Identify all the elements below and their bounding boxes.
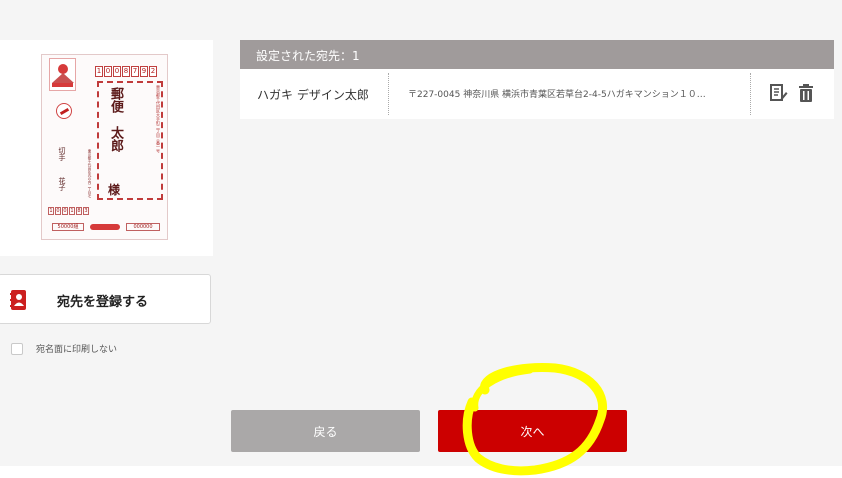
stamp-image — [49, 58, 76, 91]
sender-zip-digit: 1 — [69, 207, 75, 215]
sender-name-second: 花子 — [58, 177, 66, 191]
sender-address: 東京都千代田区丸の内二丁目七番二号 — [88, 149, 92, 198]
zip-digit: 8 — [122, 66, 130, 77]
recipient-address-box — [97, 81, 163, 200]
column-divider — [388, 73, 389, 115]
postcard-preview: 1 0 0 8 7 9 2 東京都千代田区大手町二丁目三番一号 郵便 太郎 様 … — [41, 54, 168, 240]
recipient-name: 郵便 太郎 — [108, 87, 123, 152]
no-print-label: 宛名面に印刷しない — [36, 345, 118, 355]
recipient-zip-boxes: 1 0 0 8 7 9 2 — [95, 66, 157, 77]
sender-zip-digit: 0 — [55, 207, 61, 215]
sender-zip-digit: 0 — [62, 207, 68, 215]
postcard-preview-panel: 1 0 0 8 7 9 2 東京都千代田区大手町二丁目三番一号 郵便 太郎 様 … — [0, 40, 213, 256]
zip-digit: 0 — [113, 66, 121, 77]
lottery-number: 000000 — [126, 223, 160, 231]
recipient-table-header: 設定された宛先：1 — [240, 40, 834, 69]
zip-digit: 9 — [140, 66, 148, 77]
sender-zip-digit: 3 — [83, 207, 89, 215]
next-button[interactable]: 次へ — [438, 410, 627, 452]
sender-name-first: 切手 — [58, 147, 66, 161]
zip-digit: 2 — [149, 66, 157, 77]
recipient-row-name: ハガキ デザイン太郎 — [257, 88, 369, 102]
column-divider — [750, 73, 751, 115]
register-recipient-button[interactable]: 宛先を登録する — [0, 274, 211, 324]
recipient-honorific: 様 — [108, 183, 121, 197]
sender-zip-digit: 1 — [48, 207, 54, 215]
trash-icon[interactable] — [798, 84, 814, 102]
zip-digit: 0 — [104, 66, 112, 77]
no-print-checkbox[interactable] — [11, 343, 23, 355]
sender-zip-boxes: 1 0 0 1 8 3 — [48, 207, 89, 215]
lottery-seal-icon — [56, 103, 72, 119]
edit-icon[interactable] — [770, 84, 788, 102]
table-row[interactable]: ハガキ デザイン太郎 〒227-0045 神奈川県 横浜市青葉区若草台2-4-5… — [240, 69, 834, 119]
lottery-emblem-icon — [90, 221, 122, 233]
zip-digit: 7 — [131, 66, 139, 77]
footer-strip — [0, 466, 842, 478]
recipient-row-address: 〒227-0045 神奈川県 横浜市青葉区若草台2-4-5ハガキマンション１０… — [408, 90, 706, 100]
zip-digit: 1 — [95, 66, 103, 77]
back-button[interactable]: 戻る — [231, 410, 420, 452]
recipient-address: 東京都千代田区大手町二丁目三番一号 — [156, 85, 161, 153]
address-book-icon — [10, 290, 27, 310]
register-recipient-label: 宛先を登録する — [57, 295, 149, 310]
lottery-group-number: 50000組 — [52, 223, 84, 231]
sender-zip-digit: 8 — [76, 207, 82, 215]
